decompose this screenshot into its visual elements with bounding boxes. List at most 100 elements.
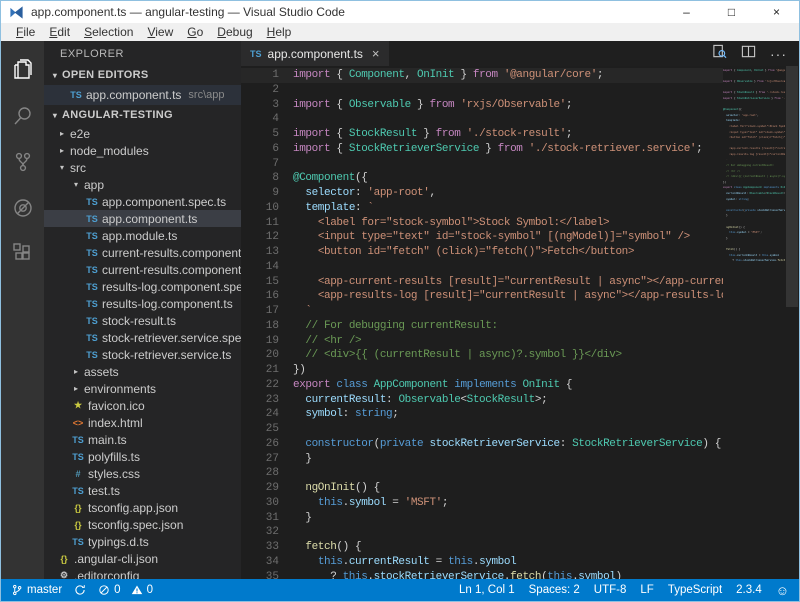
more-actions-icon[interactable]: ··· [770, 46, 787, 62]
code-line-16[interactable]: 16 <app-results-log [result]="currentRes… [241, 289, 723, 304]
menu-file[interactable]: File [9, 25, 42, 39]
code-line-33[interactable]: 33 fetch() { [241, 540, 723, 555]
code-line-21[interactable]: 21}) [241, 363, 723, 378]
menu-view[interactable]: View [140, 25, 180, 39]
code-line-30[interactable]: 30 this.symbol = 'MSFT'; [241, 496, 723, 511]
tree-item-stock-result-ts[interactable]: TSstock-result.ts [44, 312, 241, 329]
minimize-button[interactable]: – [664, 1, 709, 23]
cursor-position[interactable]: Ln 1, Col 1 [459, 584, 515, 596]
open-editors-header[interactable]: ▾ OPEN EDITORS [44, 65, 241, 85]
code-line-31[interactable]: 31 } [241, 511, 723, 526]
code-line-24[interactable]: 24 symbol: string; [241, 407, 723, 422]
open-editor-item[interactable]: TS app.component.ts src\app [44, 85, 241, 105]
code-line-29[interactable]: 29 ngOnInit() { [241, 481, 723, 496]
tree-item-node-modules[interactable]: ▸node_modules [44, 142, 241, 159]
tree-item-e2e[interactable]: ▸e2e [44, 125, 241, 142]
tree-item-current-results-component-ts[interactable]: TScurrent-results.component.ts [44, 261, 241, 278]
activity-explorer-icon[interactable] [1, 47, 44, 93]
eol-indicator[interactable]: LF [640, 584, 653, 596]
activity-extensions-icon[interactable] [1, 231, 44, 277]
close-button[interactable]: × [754, 1, 799, 23]
tree-item-label: typings.d.ts [88, 535, 149, 549]
tree-item-src[interactable]: ▾src [44, 159, 241, 176]
tree-item-polyfills-ts[interactable]: TSpolyfills.ts [44, 448, 241, 465]
code-line-1[interactable]: 1import { Component, OnInit } from '@ang… [241, 68, 723, 83]
tree-item-results-log-component-spec-ts[interactable]: TSresults-log.component.spec.ts [44, 278, 241, 295]
project-root-header[interactable]: ▾ ANGULAR-TESTING [44, 105, 241, 125]
tree-item-main-ts[interactable]: TSmain.ts [44, 431, 241, 448]
code-line-34[interactable]: 34 this.currentResult = this.symbol [241, 555, 723, 570]
problems-indicator[interactable]: 0 0 [98, 584, 153, 596]
code-line-7[interactable]: 7 [241, 157, 723, 172]
code-line-17[interactable]: 17 ` [241, 304, 723, 319]
code-line-11[interactable]: 11 <label for="stock-symbol">Stock Symbo… [241, 216, 723, 231]
code-line-2[interactable]: 2 [241, 83, 723, 98]
typescript-version[interactable]: 2.3.4 [736, 584, 762, 596]
tree-item-app-component-ts[interactable]: TSapp.component.ts [44, 210, 241, 227]
git-branch-indicator[interactable]: master [11, 584, 62, 596]
feedback-smiley-icon[interactable]: ☺ [776, 583, 789, 598]
tree-item-assets[interactable]: ▸assets [44, 363, 241, 380]
code-line-13[interactable]: 13 <button id="fetch" (click)="fetch()">… [241, 245, 723, 260]
code-line-8[interactable]: 8@Component({ [241, 171, 723, 186]
tree-item-index-html[interactable]: <>index.html [44, 414, 241, 431]
split-editor-icon[interactable] [741, 44, 756, 64]
menu-go[interactable]: Go [180, 25, 210, 39]
tree-item-environments[interactable]: ▸environments [44, 380, 241, 397]
tree-item-styles-css[interactable]: #styles.css [44, 465, 241, 482]
code-line-35[interactable]: 35 ? this.stockRetrieverService.fetch(th… [241, 570, 723, 580]
tree-item-current-results-component-spec-ts[interactable]: TScurrent-results.component.spec.ts [44, 244, 241, 261]
code-line-10[interactable]: 10 template: ` [241, 201, 723, 216]
code-line-18[interactable]: 18 // For debugging currentResult: [241, 319, 723, 334]
code-editor[interactable]: 1import { Component, OnInit } from '@ang… [241, 66, 723, 579]
code-line-25[interactable]: 25 [241, 422, 723, 437]
menu-edit[interactable]: Edit [42, 25, 77, 39]
code-line-26[interactable]: 26 constructor(private stockRetrieverSer… [241, 437, 723, 452]
code-line-9[interactable]: 9 selector: 'app-root', [241, 186, 723, 201]
open-preview-icon[interactable] [712, 44, 727, 64]
menu-selection[interactable]: Selection [77, 25, 140, 39]
menu-debug[interactable]: Debug [210, 25, 259, 39]
code-line-12[interactable]: 12 <input type="text" id="stock-symbol" … [241, 230, 723, 245]
tree-item-app-module-ts[interactable]: TSapp.module.ts [44, 227, 241, 244]
code-line-28[interactable]: 28 [241, 466, 723, 481]
tree-item-favicon-ico[interactable]: ★favicon.ico [44, 397, 241, 414]
editor-scrollbar[interactable] [785, 66, 799, 579]
activity-search-icon[interactable] [1, 93, 44, 139]
tab-close-icon[interactable]: × [372, 46, 380, 61]
code-line-6[interactable]: 6import { StockRetrieverService } from '… [241, 142, 723, 157]
sync-button[interactable] [74, 584, 86, 596]
code-line-19[interactable]: 19 // <hr /> [241, 334, 723, 349]
scrollbar-slider[interactable] [786, 66, 798, 307]
maximize-button[interactable]: □ [709, 1, 754, 23]
minimap[interactable]: import { Component, OnInit } from '@angu… [723, 66, 785, 579]
code-line-20[interactable]: 20 // <div>{{ (currentResult | async)?.s… [241, 348, 723, 363]
activity-source-control-icon[interactable] [1, 139, 44, 185]
code-line-22[interactable]: 22export class AppComponent implements O… [241, 378, 723, 393]
code-line-14[interactable]: 14 [241, 260, 723, 275]
code-line-3[interactable]: 3import { Observable } from 'rxjs/Observ… [241, 98, 723, 113]
menu-help[interactable]: Help [260, 25, 299, 39]
tree-item-typings-d-ts[interactable]: TStypings.d.ts [44, 533, 241, 550]
encoding-indicator[interactable]: UTF-8 [594, 584, 627, 596]
language-mode[interactable]: TypeScript [668, 584, 722, 596]
code-line-23[interactable]: 23 currentResult: Observable<StockResult… [241, 393, 723, 408]
code-line-5[interactable]: 5import { StockResult } from './stock-re… [241, 127, 723, 142]
tree-item-results-log-component-ts[interactable]: TSresults-log.component.ts [44, 295, 241, 312]
tree-item-test-ts[interactable]: TStest.ts [44, 482, 241, 499]
tree-item-stock-retriever-service-spec-ts[interactable]: TSstock-retriever.service.spec.ts [44, 329, 241, 346]
tree-item--angular-cli-json[interactable]: {}.angular-cli.json [44, 550, 241, 567]
tree-item-app-component-spec-ts[interactable]: TSapp.component.spec.ts [44, 193, 241, 210]
code-line-32[interactable]: 32 [241, 525, 723, 540]
tree-item--editorconfig[interactable]: ⚙.editorconfig [44, 567, 241, 579]
code-line-4[interactable]: 4 [241, 112, 723, 127]
code-line-27[interactable]: 27 } [241, 452, 723, 467]
tab-app-component[interactable]: TS app.component.ts × [241, 41, 389, 66]
code-line-15[interactable]: 15 <app-current-results [result]="curren… [241, 275, 723, 290]
tree-item-tsconfig-app-json[interactable]: {}tsconfig.app.json [44, 499, 241, 516]
tree-item-tsconfig-spec-json[interactable]: {}tsconfig.spec.json [44, 516, 241, 533]
tree-item-app[interactable]: ▾app [44, 176, 241, 193]
tree-item-stock-retriever-service-ts[interactable]: TSstock-retriever.service.ts [44, 346, 241, 363]
activity-debug-icon[interactable] [1, 185, 44, 231]
indentation-indicator[interactable]: Spaces: 2 [529, 584, 580, 596]
